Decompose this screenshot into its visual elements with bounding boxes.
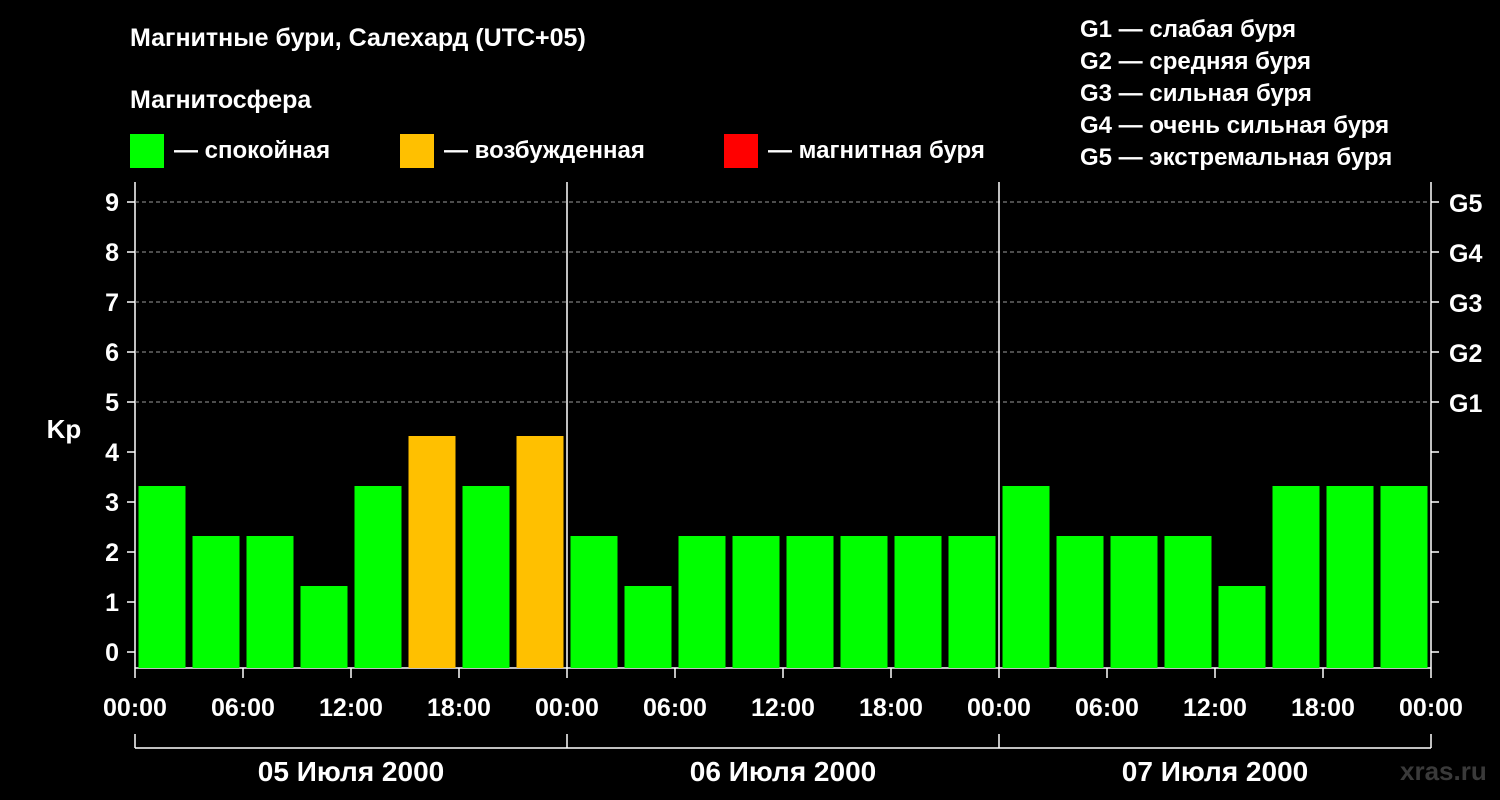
kp-bar xyxy=(786,536,834,668)
kp-bar-chart: 0 1 2 3 4 5 6 7 8 9 G1 G2 G3 G4 G5 Kp 00:00 06:00 12:00 18:… xyxy=(47,182,1482,787)
g-level-label: G3 xyxy=(1449,290,1482,318)
kp-bar xyxy=(840,536,888,668)
kp-bar xyxy=(192,536,240,668)
y-tick-label: 2 xyxy=(105,539,119,567)
kp-bar xyxy=(408,436,456,668)
kp-bar xyxy=(1272,486,1320,668)
y-tick-label: 0 xyxy=(105,639,119,667)
kp-bar xyxy=(1326,486,1374,668)
kp-bar xyxy=(516,436,564,668)
y-tick-label: 1 xyxy=(105,589,119,617)
y-tick-label: 4 xyxy=(105,439,119,467)
kp-bar xyxy=(354,486,402,668)
kp-bar xyxy=(678,536,726,668)
x-tick-label: 06:00 xyxy=(211,694,275,722)
watermark: xras.ru xyxy=(1400,756,1487,786)
g-level-label: G5 xyxy=(1449,190,1482,218)
kp-bar xyxy=(570,536,618,668)
kp-bar xyxy=(624,586,672,668)
y-tick-label: 5 xyxy=(105,389,119,417)
y-tick-label: 6 xyxy=(105,339,119,367)
y-tick-label: 9 xyxy=(105,189,119,217)
x-tick-label: 06:00 xyxy=(643,694,707,722)
x-tick-label: 00:00 xyxy=(103,694,167,722)
kp-bar xyxy=(948,536,996,668)
x-tick-label: 18:00 xyxy=(1291,694,1355,722)
x-tick-label: 18:00 xyxy=(859,694,923,722)
kp-bar xyxy=(300,586,348,668)
kp-bar xyxy=(1164,536,1212,668)
kp-bar xyxy=(1218,586,1266,668)
x-tick-label: 00:00 xyxy=(967,694,1031,722)
y-tick-label: 7 xyxy=(105,289,119,317)
x-tick-label: 18:00 xyxy=(427,694,491,722)
y-axis-title: Kp xyxy=(47,414,82,444)
y-tick-label: 3 xyxy=(105,489,119,517)
y-tick-label: 8 xyxy=(105,239,119,267)
x-tick-label: 06:00 xyxy=(1075,694,1139,722)
kp-bar xyxy=(1110,536,1158,668)
x-tick-label: 00:00 xyxy=(535,694,599,722)
kp-bar xyxy=(1380,486,1428,668)
day-label: 05 Июля 2000 xyxy=(258,756,444,787)
kp-bar xyxy=(246,536,294,668)
day-label: 06 Июля 2000 xyxy=(690,756,876,787)
x-tick-label: 12:00 xyxy=(319,694,383,722)
kp-bar xyxy=(894,536,942,668)
g-level-label: G2 xyxy=(1449,340,1482,368)
x-tick-label: 12:00 xyxy=(751,694,815,722)
g-level-label: G4 xyxy=(1449,240,1482,268)
kp-bar xyxy=(1056,536,1104,668)
day-label: 07 Июля 2000 xyxy=(1122,756,1308,787)
kp-bar xyxy=(732,536,780,668)
kp-bar xyxy=(138,486,186,668)
kp-bar xyxy=(1002,486,1050,668)
kp-bar xyxy=(462,486,510,668)
g-level-label: G1 xyxy=(1449,390,1482,418)
x-tick-label: 00:00 xyxy=(1399,694,1463,722)
x-tick-label: 12:00 xyxy=(1183,694,1247,722)
